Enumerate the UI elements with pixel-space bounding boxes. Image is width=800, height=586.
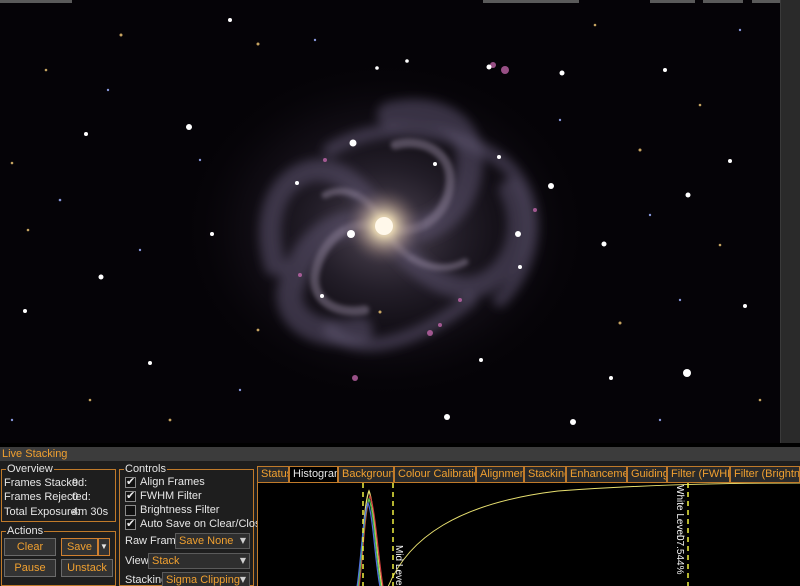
total-exposure-value: 4m 30s (72, 506, 109, 518)
histogram-plot[interactable]: Mid Level White Level 07.544% (257, 482, 800, 586)
pause-button[interactable]: Pause (4, 559, 56, 577)
auto-save-label: Auto Save on Clear/Close (140, 518, 267, 530)
frames-stacked-value: 9 (72, 477, 79, 489)
live-stacking-panel: Live Stacking Overview Frames Stacked: 9… (0, 447, 800, 586)
unstack-button[interactable]: Unstack (61, 559, 113, 577)
align-frames-checkbox[interactable]: ✔ (125, 475, 136, 488)
check-icon: ✔ (126, 517, 136, 530)
view-label: View (125, 555, 149, 567)
chevron-down-icon: ▼ (239, 536, 246, 545)
raw-frames-select[interactable]: Save None ▼ (175, 533, 250, 549)
actions-legend: Actions (6, 525, 45, 537)
vertical-scrollbar[interactable] (780, 0, 800, 443)
white-level-value: 07.544% (674, 535, 685, 575)
frames-rejected-value: 0 (72, 491, 79, 503)
fwhm-filter-checkbox[interactable]: ✔ (125, 489, 136, 502)
save-options-button[interactable]: ▼ (98, 538, 110, 556)
chevron-down-icon: ▼ (239, 556, 246, 565)
galaxy-image (0, 0, 780, 443)
image-viewer[interactable] (0, 0, 780, 443)
check-icon: ✔ (126, 475, 136, 488)
tab-filter-brightness[interactable]: Filter (Brightness (730, 466, 800, 482)
tab-enhancement[interactable]: Enhancement (566, 466, 627, 482)
white-level-label: White Level (674, 485, 685, 538)
controls-legend: Controls (124, 463, 167, 475)
transfer-curve (387, 483, 800, 586)
clear-button[interactable]: Clear (4, 538, 56, 556)
tab-alignment[interactable]: Alignment (476, 466, 524, 482)
stacking-label: Stacking (125, 574, 168, 586)
mid-level-label: Mid Level (393, 545, 404, 586)
tab-histogram[interactable]: Histogram (289, 466, 338, 482)
tab-background[interactable]: Background (338, 466, 394, 482)
chevron-down-icon: ▼ (239, 575, 246, 584)
panel-title: Live Stacking (0, 447, 800, 461)
total-exposure-label: Total Exposure: (4, 506, 80, 518)
brightness-filter-label: Brightness Filter (140, 504, 220, 516)
tab-guiding[interactable]: Guiding (627, 466, 667, 482)
stacking-select[interactable]: Sigma Clipping ▼ (162, 572, 250, 586)
auto-save-checkbox[interactable]: ✔ (125, 517, 136, 530)
tab-stacking[interactable]: Stacking (524, 466, 566, 482)
toolbar-remnant (650, 0, 695, 3)
check-icon: ✔ (126, 489, 136, 502)
stacking-value: Sigma Clipping (166, 574, 240, 586)
brightness-filter-checkbox[interactable] (125, 505, 136, 516)
toolbar-remnant (0, 0, 72, 3)
save-button[interactable]: Save (61, 538, 98, 556)
toolbar-remnant (483, 0, 579, 3)
toolbar-remnant (703, 0, 743, 3)
tab-colour-calibration[interactable]: Colour Calibration (394, 466, 476, 482)
view-select[interactable]: Stack ▼ (148, 553, 250, 569)
raw-frames-value: Save None (179, 535, 234, 547)
tab-strip: Status Histogram Background Colour Calib… (257, 466, 800, 482)
tab-filter-fwhm[interactable]: Filter (FWHM) (667, 466, 730, 482)
align-frames-label: Align Frames (140, 476, 205, 488)
histogram-curves (356, 483, 800, 586)
fwhm-filter-label: FWHM Filter (140, 490, 202, 502)
overview-legend: Overview (6, 463, 54, 475)
tab-status[interactable]: Status (257, 466, 289, 482)
chevron-down-icon: ▼ (100, 542, 108, 551)
view-value: Stack (152, 555, 180, 567)
